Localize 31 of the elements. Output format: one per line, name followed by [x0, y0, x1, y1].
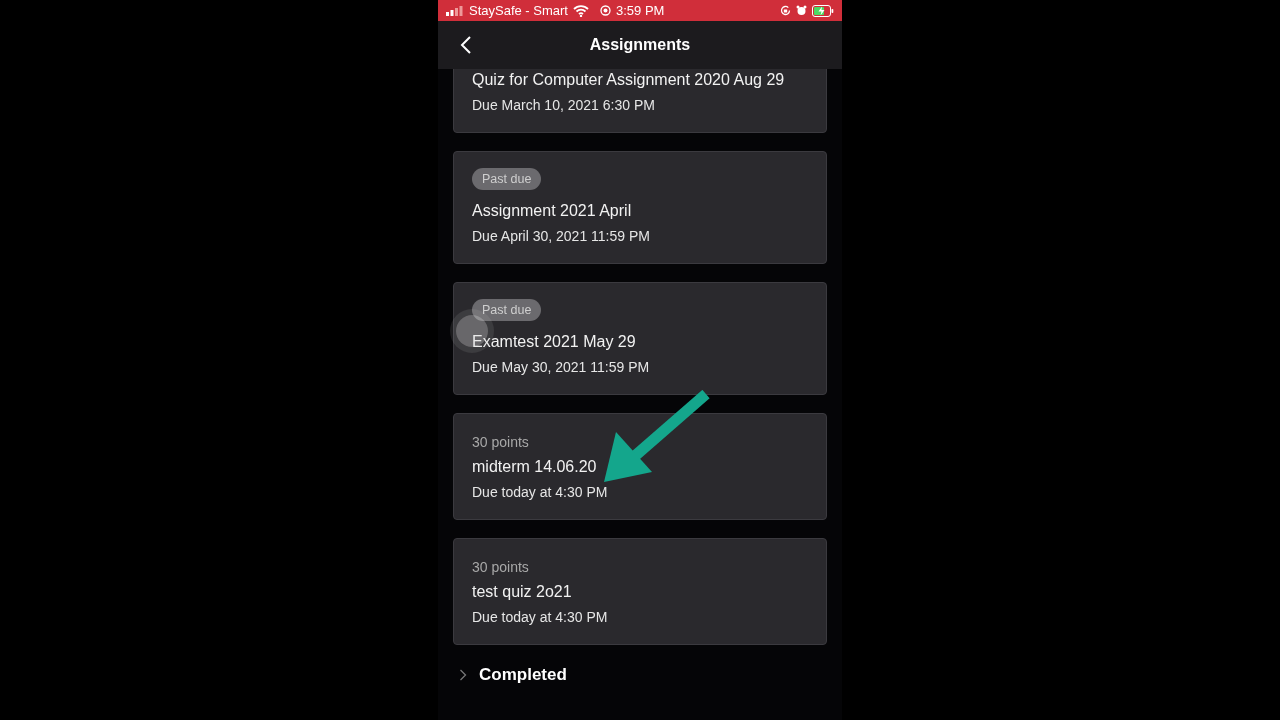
location-icon [600, 5, 611, 16]
assignment-title: Quiz for Computer Assignment 2020 Aug 29 [472, 70, 785, 90]
back-button[interactable] [458, 34, 474, 56]
alarm-icon [796, 5, 807, 16]
page-title: Assignments [589, 36, 691, 54]
completed-section-toggle[interactable]: Completed [453, 657, 573, 693]
due-date: Due April 30, 2021 11:59 PM [472, 227, 650, 246]
battery-icon [812, 4, 834, 17]
due-date: Due today at 4:30 PM [472, 483, 608, 502]
due-date: Due today at 4:30 PM [472, 608, 608, 627]
chevron-icon [459, 669, 467, 681]
assignment-card[interactable]: Quiz for Computer Assignment 2020 Aug 29 Due March 10, 2021 6:30 PM [453, 69, 827, 133]
carrier-name: StaySafe - Smart [469, 3, 568, 18]
due-date: Due March 10, 2021 6:30 PM [472, 96, 655, 115]
points-label: 30 points [472, 558, 529, 577]
assignment-card[interactable]: 30 points midterm 14.06.20 Due today at 4:30 PM [453, 413, 827, 520]
assignment-title: test quiz 2o21 [472, 582, 572, 602]
clock-time: 3:59 PM [616, 3, 665, 18]
assignment-title: Assignment 2021 April [472, 201, 632, 221]
due-date: Due May 30, 2021 11:59 PM [472, 358, 650, 377]
assignment-title: Examtest 2021 May 29 [472, 332, 636, 352]
assignment-card[interactable]: 30 points test quiz 2o21 Due today at 4:30 PM [453, 538, 827, 645]
assignment-card[interactable]: Past due Examtest 2021 May 29 Due May 30, 2021 11:59 PM [453, 282, 827, 395]
rotation-lock-icon [780, 5, 791, 16]
assignment-card[interactable]: Past due Assignment 2021 April Due April 30, 2021 11:59 PM [453, 151, 827, 264]
status-badge: Past due [472, 168, 542, 190]
points-label: 30 points [472, 433, 529, 452]
status-badge: Past due [472, 299, 542, 321]
wifi-icon [573, 4, 589, 17]
signal-icon [446, 5, 464, 16]
assignment-title: midterm 14.06.20 [472, 457, 597, 477]
